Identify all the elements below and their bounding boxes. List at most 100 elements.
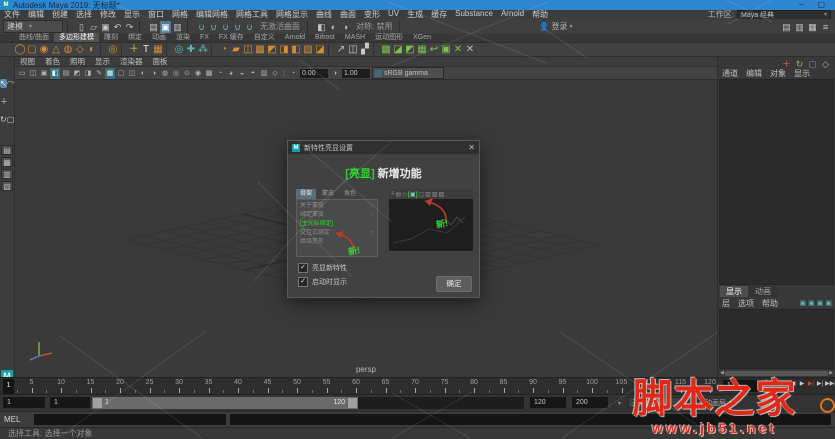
tool-settings-icon[interactable]: ▦ bbox=[807, 21, 818, 33]
panel-menu-照明[interactable]: 照明 bbox=[65, 56, 90, 67]
shelf-tab[interactable]: MASH bbox=[340, 33, 370, 42]
range-track[interactable]: 1 120 bbox=[92, 397, 524, 409]
shadows-icon[interactable]: ◕ bbox=[226, 68, 236, 79]
joint-tool-icon[interactable]: ◎ bbox=[173, 43, 185, 56]
uv-cylindrical-icon[interactable]: ◩ bbox=[404, 43, 416, 56]
oversampling-icon[interactable]: ◨ bbox=[83, 68, 93, 79]
camera-attributes-icon[interactable]: ▣ bbox=[39, 68, 49, 79]
shelf-tab[interactable]: 动画 bbox=[147, 33, 171, 42]
shelf-tab[interactable]: 雕刻 bbox=[99, 33, 123, 42]
poly-torus-icon[interactable]: ◍ bbox=[62, 43, 74, 56]
uv-sew-icon[interactable]: ✕ bbox=[464, 43, 476, 56]
playback-start-field[interactable]: 1 bbox=[50, 397, 90, 408]
poly-cube-icon[interactable]: ▢ bbox=[26, 43, 38, 56]
scroll-left-icon[interactable]: ◀ bbox=[720, 370, 724, 376]
select-component-icon[interactable]: ▥ bbox=[172, 21, 183, 33]
snap-curve-icon[interactable]: ∪ bbox=[208, 21, 219, 33]
exposure-field[interactable]: 0.00 bbox=[300, 68, 328, 78]
current-time-field[interactable]: 1 bbox=[723, 380, 761, 392]
skin-bind-icon[interactable]: ⁂ bbox=[197, 43, 209, 56]
mirror-icon[interactable]: ↗ bbox=[335, 43, 347, 56]
go-to-end-button[interactable]: ▶▶| bbox=[825, 380, 835, 393]
shelf-tab[interactable]: 曲线/曲面 bbox=[14, 33, 54, 42]
shelf-tab[interactable]: 运动图形 bbox=[370, 33, 408, 42]
bevel-icon[interactable]: ◨ bbox=[278, 43, 290, 56]
channel-box-menu-对象[interactable]: 对象 bbox=[766, 68, 790, 79]
panel-menu-渲染器[interactable]: 渲染器 bbox=[115, 56, 148, 67]
channel-box-menu-编辑[interactable]: 编辑 bbox=[742, 68, 766, 79]
shelf-tab[interactable]: Bifrost bbox=[310, 33, 340, 42]
playback-end-field[interactable]: 120 bbox=[530, 397, 566, 408]
play-backwards-button[interactable]: ◀ bbox=[789, 380, 797, 393]
exposure-icon[interactable]: ◔ bbox=[288, 68, 298, 79]
lasso-tool[interactable]: ◠ bbox=[7, 79, 14, 88]
new-empty-layer-icon[interactable]: ▣ bbox=[800, 299, 807, 307]
range-start-handle[interactable] bbox=[93, 398, 102, 408]
textured-mode-icon[interactable]: ▩ bbox=[204, 68, 214, 79]
layer-menu-帮助[interactable]: 帮助 bbox=[758, 298, 782, 309]
move-tool[interactable]: ＋ bbox=[0, 97, 8, 106]
uv-cube-icon[interactable]: ▦ bbox=[416, 43, 428, 56]
resolution-gate-icon[interactable]: ◫ bbox=[127, 68, 137, 79]
horizontal-scrollbar[interactable]: ◀ ▶ bbox=[718, 369, 835, 377]
gamma-field[interactable]: 1.00 bbox=[342, 68, 370, 78]
uv-editor-icon[interactable]: ▣ bbox=[440, 43, 452, 56]
sign-in-dropdown[interactable]: 👤 登录 ▾ bbox=[538, 21, 573, 33]
curve-tool-icon[interactable]: ＋ bbox=[128, 43, 140, 56]
smooth-icon[interactable]: ▩ bbox=[254, 43, 266, 56]
select-hierarchy-icon[interactable]: ▤ bbox=[148, 21, 159, 33]
shelf-tab[interactable]: 多边形建模 bbox=[53, 33, 99, 42]
checkbox-icon[interactable]: ✓ bbox=[298, 277, 308, 287]
new-scene-icon[interactable]: ▯ bbox=[76, 21, 87, 33]
lighting-mode-icon[interactable]: ◔ bbox=[215, 68, 225, 79]
ik-handle-icon[interactable]: ✚ bbox=[185, 43, 197, 56]
select-object-icon[interactable]: ▣ bbox=[160, 20, 171, 33]
type-tool-icon[interactable]: T bbox=[140, 43, 152, 56]
poly-plane-icon[interactable]: ◇ bbox=[74, 43, 86, 56]
attribute-editor-icon[interactable]: ▥ bbox=[794, 21, 805, 33]
layer-list-area[interactable] bbox=[719, 309, 834, 369]
poly-sphere-icon[interactable]: ◯ bbox=[14, 43, 26, 56]
checkbox-icon[interactable]: ✓ bbox=[298, 263, 308, 273]
uv-auto-icon[interactable]: ◪ bbox=[392, 43, 404, 56]
gate-mask-icon[interactable]: ◐ bbox=[138, 68, 148, 79]
shelf-tab[interactable]: 渲染 bbox=[171, 33, 195, 42]
ipr-render-icon[interactable]: ◑ bbox=[340, 21, 351, 33]
close-icon[interactable]: ✕ bbox=[468, 143, 475, 152]
move-layer-up-icon[interactable]: ▣ bbox=[817, 299, 824, 307]
animation-start-field[interactable]: 1 bbox=[3, 397, 45, 408]
shelf-tab[interactable]: 绑定 bbox=[123, 33, 147, 42]
layer-menu-选项[interactable]: 选项 bbox=[734, 298, 758, 309]
2d-pan-zoom-icon[interactable]: ◩ bbox=[72, 68, 82, 79]
panel-menu-着色[interactable]: 着色 bbox=[40, 56, 65, 67]
scroll-right-icon[interactable]: ▶ bbox=[829, 370, 833, 376]
range-end-handle[interactable] bbox=[348, 398, 357, 408]
dialog-checkbox[interactable]: ✓ 启动时显示 bbox=[298, 277, 347, 287]
channel-box-menu-显示[interactable]: 显示 bbox=[790, 68, 814, 79]
new-layer-selected-icon[interactable]: ▣ bbox=[808, 299, 815, 307]
character-set-dropdown[interactable]: 无角色集 bbox=[628, 397, 688, 408]
animation-end-field[interactable]: 200 bbox=[572, 397, 608, 408]
shelf-tab[interactable]: 自定义 bbox=[249, 33, 280, 42]
layout-two-pane[interactable]: ▥ bbox=[1, 169, 13, 179]
snap-plane-icon[interactable]: ∪ bbox=[232, 21, 243, 33]
safe-title-icon[interactable]: ◎ bbox=[171, 68, 181, 79]
image-plane-icon[interactable]: ▤ bbox=[61, 68, 71, 79]
step-back-key-button[interactable]: |◀ bbox=[780, 380, 788, 393]
mel-input[interactable] bbox=[34, 414, 226, 425]
combine-icon[interactable]: ◔ bbox=[218, 43, 230, 56]
open-scene-icon[interactable]: ▱ bbox=[88, 21, 99, 33]
construction-history-icon[interactable]: ◧ bbox=[316, 21, 327, 33]
target-weld-icon[interactable]: ◪ bbox=[314, 43, 326, 56]
boolean-icon[interactable]: ◫ bbox=[242, 43, 254, 56]
select-camera-icon[interactable]: ▭ bbox=[17, 68, 27, 79]
chevron-down-icon[interactable]: ▾ bbox=[618, 400, 621, 407]
poly-disc-icon[interactable]: ◐ bbox=[86, 43, 98, 56]
super-shape-icon[interactable]: ◎ bbox=[107, 43, 119, 56]
gamma-icon[interactable]: ◑ bbox=[330, 68, 340, 79]
select-tool[interactable]: ↖ bbox=[0, 79, 7, 88]
separate-icon[interactable]: ▰ bbox=[230, 43, 242, 56]
current-frame-marker[interactable]: 1 bbox=[3, 379, 14, 394]
scale-tool[interactable]: ▢ bbox=[7, 115, 15, 124]
live-surface-indicator[interactable]: 无激活曲面 bbox=[257, 21, 303, 32]
